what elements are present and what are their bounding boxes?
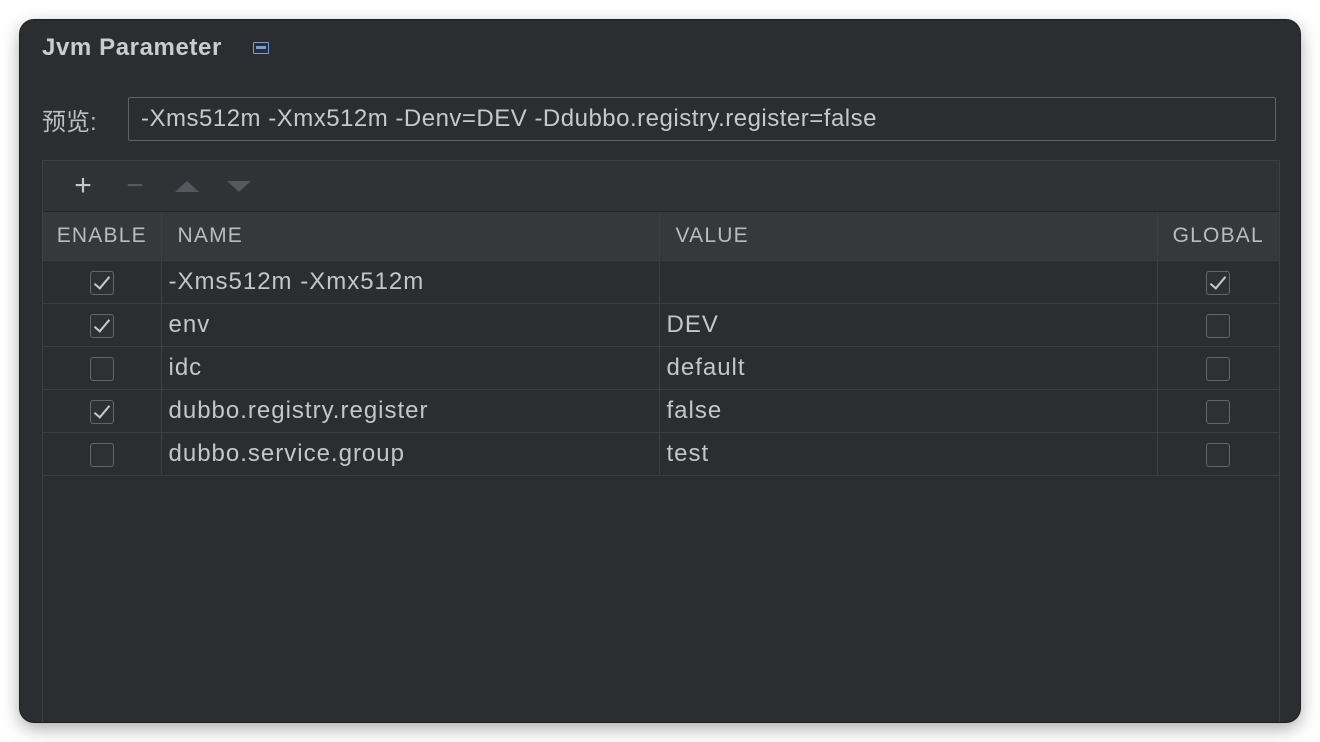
- global-checkbox[interactable]: [1206, 399, 1231, 424]
- enable-cell: [43, 303, 162, 347]
- arrow-down-icon: [227, 180, 251, 192]
- global-cell: [1156, 303, 1279, 347]
- title-row: Jvm Parameter: [42, 32, 270, 64]
- value-cell[interactable]: test: [658, 432, 1158, 476]
- table-header: ENABLE NAME VALUE GLOBAL: [43, 212, 1279, 261]
- global-cell: [1156, 389, 1279, 433]
- column-header-enable[interactable]: ENABLE: [43, 212, 162, 261]
- enable-checkbox[interactable]: [89, 399, 114, 424]
- value-cell[interactable]: DEV: [658, 303, 1158, 347]
- window-title: Jvm Parameter: [42, 34, 222, 61]
- global-checkbox[interactable]: [1206, 356, 1231, 381]
- global-cell: [1156, 346, 1279, 390]
- enable-checkbox[interactable]: [89, 313, 114, 338]
- global-cell: [1156, 260, 1279, 304]
- column-header-value[interactable]: VALUE: [658, 212, 1158, 261]
- preview-field[interactable]: -Xms512m -Xmx512m -Denv=DEV -Ddubbo.regi…: [128, 97, 1276, 141]
- column-header-global[interactable]: GLOBAL: [1156, 212, 1279, 261]
- table-row[interactable]: dubbo.service.group test: [43, 432, 1279, 476]
- name-cell[interactable]: -Xms512m -Xmx512m: [160, 260, 660, 304]
- global-checkbox[interactable]: [1206, 442, 1231, 467]
- parameter-table-panel: + − ENABLE NAME VALUE GLOBAL -Xms512m -X…: [42, 160, 1280, 722]
- global-cell: [1156, 432, 1279, 476]
- move-down-button[interactable]: [213, 166, 265, 206]
- table-row[interactable]: env DEV: [43, 303, 1279, 347]
- add-button[interactable]: +: [57, 166, 109, 206]
- preview-row: 预览: -Xms512m -Xmx512m -Denv=DEV -Ddubbo.…: [42, 96, 1276, 142]
- global-checkbox[interactable]: [1206, 270, 1231, 295]
- enable-checkbox[interactable]: [89, 356, 114, 381]
- jvm-parameter-window: Jvm Parameter 预览: -Xms512m -Xmx512m -Den…: [20, 20, 1300, 722]
- table-row[interactable]: dubbo.registry.register false: [43, 389, 1279, 433]
- table-toolbar: + −: [43, 161, 1279, 212]
- enable-checkbox[interactable]: [89, 270, 114, 295]
- enable-cell: [43, 389, 162, 433]
- table-row[interactable]: -Xms512m -Xmx512m: [43, 260, 1279, 304]
- name-cell[interactable]: dubbo.service.group: [160, 432, 660, 476]
- plus-icon: +: [74, 169, 92, 202]
- arrow-up-icon: [175, 180, 199, 192]
- remove-button[interactable]: −: [109, 166, 161, 206]
- value-cell[interactable]: false: [658, 389, 1158, 433]
- move-up-button[interactable]: [161, 166, 213, 206]
- preview-label: 预览:: [42, 108, 97, 136]
- enable-cell: [43, 346, 162, 390]
- value-cell[interactable]: [658, 260, 1158, 304]
- minus-icon: −: [126, 169, 144, 202]
- enable-cell: [43, 432, 162, 476]
- value-cell[interactable]: default: [658, 346, 1158, 390]
- name-cell[interactable]: env: [160, 303, 660, 347]
- column-header-name[interactable]: NAME: [160, 212, 660, 261]
- minimize-icon[interactable]: [252, 41, 270, 55]
- enable-cell: [43, 260, 162, 304]
- name-cell[interactable]: idc: [160, 346, 660, 390]
- parameter-table: ENABLE NAME VALUE GLOBAL -Xms512m -Xmx51…: [43, 212, 1279, 476]
- enable-checkbox[interactable]: [89, 442, 114, 467]
- name-cell[interactable]: dubbo.registry.register: [160, 389, 660, 433]
- global-checkbox[interactable]: [1206, 313, 1231, 338]
- table-row[interactable]: idc default: [43, 346, 1279, 390]
